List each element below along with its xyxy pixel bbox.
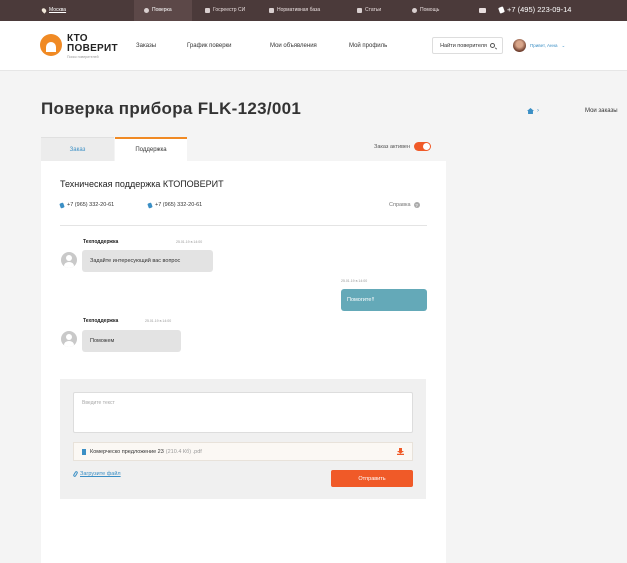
mail-icon[interactable]: [479, 8, 486, 13]
file-icon: [82, 448, 86, 455]
attached-file: Комерческо предложение 23 (210.4 Кб) .pd…: [73, 442, 413, 461]
breadcrumb: › Мои заказы: [527, 108, 618, 114]
top-nav-normative-base[interactable]: Нормативная база: [269, 7, 320, 13]
help-label: Справка: [389, 202, 411, 208]
phone-icon: [498, 5, 505, 14]
send-button[interactable]: Отправить: [331, 470, 413, 487]
menu-my-ads[interactable]: Мои объявления: [270, 43, 317, 49]
menu-my-profile[interactable]: Мой профиль: [349, 43, 387, 49]
message-bubble-outgoing: Помогите!!: [341, 289, 427, 311]
tab-order[interactable]: Заказ: [41, 137, 114, 161]
message-bubble-incoming: Поможем: [82, 330, 181, 352]
compose-area: Введите текст Комерческо предложение 23 …: [60, 379, 426, 499]
support-avatar: [61, 331, 77, 347]
message-author: Техподдержка: [83, 318, 119, 324]
top-nav-help[interactable]: Помощь: [412, 7, 439, 13]
message-time: 25.01.19 в 14:00: [176, 240, 203, 244]
city-selector[interactable]: Москва: [40, 6, 67, 14]
paperclip-icon: [72, 470, 79, 478]
find-verifier-label: Найти поверителя: [440, 42, 487, 49]
site-header: КТО ПОВЕРИТ Поиск поверителей Заказы Гра…: [0, 21, 627, 71]
top-nav-registry[interactable]: Госреестр СИ: [205, 7, 245, 13]
support-phone-number: +7 (965) 332-20-61: [67, 202, 115, 208]
logo[interactable]: КТО ПОВЕРИТ Поиск поверителей: [40, 34, 118, 60]
registry-icon: [205, 7, 210, 13]
file-name: Комерческо предложение 23: [90, 448, 164, 455]
message-input[interactable]: Введите текст: [73, 392, 413, 433]
phone-icon: [147, 201, 153, 209]
top-phone[interactable]: +7 (495) 223-09-14: [498, 5, 572, 14]
user-greeting: Привет, Анна: [530, 43, 558, 48]
help-icon: [412, 7, 417, 13]
tab-bar: Заказ Поддержка: [41, 137, 431, 161]
city-label: Москва: [49, 7, 67, 13]
support-avatar: [61, 252, 77, 268]
verification-icon: [144, 7, 149, 13]
order-active-label: Заказ активен: [374, 143, 411, 150]
divider: [60, 225, 427, 226]
user-menu[interactable]: Привет, Анна ⌄: [513, 39, 565, 52]
message-author: Техподдержка: [83, 239, 119, 245]
support-title: Техническая поддержка КТОПОВЕРИТ: [60, 179, 224, 189]
top-nav-label: Нормативная база: [277, 7, 321, 13]
top-nav-articles[interactable]: Статьи: [357, 7, 381, 13]
home-icon[interactable]: [527, 108, 534, 114]
menu-schedule[interactable]: График поверки: [187, 43, 232, 49]
message-bubble-incoming: Задайте интересующий вас вопрос: [82, 250, 213, 272]
question-icon: ?: [413, 202, 420, 208]
message-time: 25.01.19 в 14:00: [341, 279, 368, 283]
menu-orders[interactable]: Заказы: [136, 43, 156, 49]
top-nav-label: Статьи: [365, 7, 382, 13]
location-pin-icon: [40, 6, 48, 14]
upload-file-link[interactable]: Загрузите файл: [72, 470, 121, 478]
support-phone-number: +7 (965) 332-20-61: [155, 202, 203, 208]
top-bar: Москва Поверка Госреестр СИ Нормативная …: [0, 0, 627, 21]
chevron-down-icon: ⌄: [561, 42, 566, 48]
help-link[interactable]: Справка ?: [389, 202, 420, 208]
phone-icon: [59, 201, 65, 209]
avatar: [513, 39, 526, 52]
support-panel: Техническая поддержка КТОПОВЕРИТ +7 (965…: [41, 161, 446, 563]
logo-mark-icon: [40, 34, 62, 56]
message-time: 25.01.19 в 14:00: [145, 319, 172, 323]
page-title: Поверка прибора FLK-123/001: [41, 99, 302, 118]
find-verifier-button[interactable]: Найти поверителя: [432, 37, 503, 54]
logo-subtitle: Поиск поверителей: [67, 55, 99, 59]
top-nav-verification[interactable]: Поверка: [144, 7, 172, 13]
top-nav-label: Помощь: [420, 7, 440, 13]
file-size: (210.4 Кб) .pdf: [165, 448, 202, 455]
chevron-right-icon: ›: [537, 108, 539, 114]
order-active-toggle[interactable]: Заказ активен: [374, 142, 432, 151]
toggle-switch[interactable]: [414, 142, 432, 151]
upload-label: Загрузите файл: [80, 471, 121, 477]
top-phone-number: +7 (495) 223-09-14: [507, 5, 572, 14]
breadcrumb-current[interactable]: Мои заказы: [585, 108, 618, 114]
support-phone-2[interactable]: +7 (965) 332-20-61: [147, 201, 203, 209]
top-nav-label: Госреестр СИ: [213, 7, 246, 13]
support-phone-1[interactable]: +7 (965) 332-20-61: [59, 201, 115, 209]
tab-support[interactable]: Поддержка: [115, 137, 187, 161]
logo-line2: ПОВЕРИТ: [67, 43, 118, 54]
articles-icon: [357, 7, 362, 13]
top-nav-label: Поверка: [152, 7, 172, 13]
download-icon[interactable]: [397, 448, 404, 455]
book-icon: [269, 7, 274, 13]
search-icon: [489, 43, 495, 48]
